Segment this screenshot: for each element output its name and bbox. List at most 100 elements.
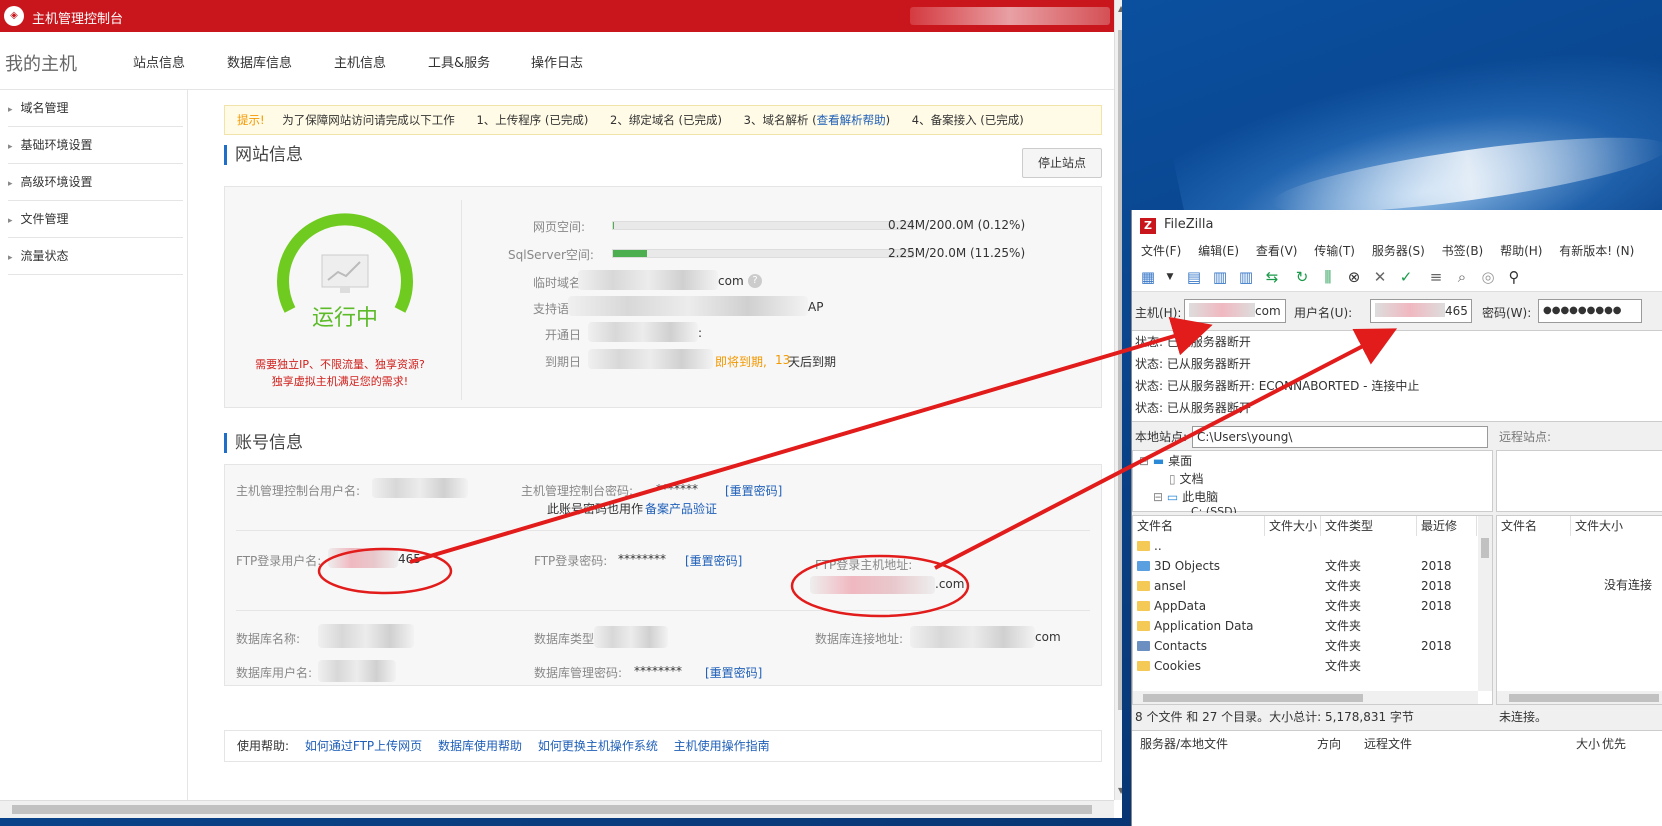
scroll-down-icon[interactable]: ▼	[1118, 786, 1122, 795]
sidebar-item-label: 文件管理	[20, 212, 69, 226]
nav-site-info[interactable]: 站点信息	[133, 52, 185, 71]
filezilla-window: Z FileZilla 文件(F) 编辑(E) 查看(V) 传输(T) 服务器(…	[1131, 210, 1662, 826]
ctrl-pass-label: 主机管理控制台密码:	[521, 484, 634, 498]
col-modified[interactable]: 最近修	[1417, 516, 1477, 536]
page-vertical-scrollbar[interactable]: ▲ ▼	[1114, 0, 1122, 800]
sql-space-bar	[612, 249, 914, 258]
nav-logs[interactable]: 操作日志	[531, 52, 583, 71]
process-queue-icon[interactable]: ⫼	[1318, 267, 1338, 287]
help-link-database[interactable]: 数据库使用帮助	[438, 739, 522, 753]
scroll-up-icon[interactable]: ▲	[1118, 4, 1122, 13]
menu-help[interactable]: 帮助(H)	[1500, 244, 1542, 258]
reset-ctrl-password-link[interactable]: [重置密码]	[725, 482, 782, 499]
col-direction[interactable]: 方向	[1317, 735, 1341, 752]
transfer-queue-icon[interactable]: ⇆	[1262, 267, 1282, 287]
col-remote-filename[interactable]: 文件名	[1497, 516, 1571, 536]
log-line: 状态: 已从服务器断开	[1135, 335, 1251, 349]
col-filename[interactable]: 文件名	[1133, 516, 1265, 536]
help-link-change-os[interactable]: 如何更换主机操作系统	[538, 739, 658, 753]
scroll-thumb[interactable]	[1481, 538, 1489, 558]
folder-icon	[1137, 661, 1150, 671]
tree-item-desktop[interactable]: ⊟ ▬ 桌面	[1139, 452, 1192, 470]
disconnect-icon[interactable]: ✕	[1370, 267, 1390, 287]
col-remote-file[interactable]: 远程文件	[1364, 735, 1412, 752]
cancel-icon[interactable]: ⊗	[1344, 267, 1364, 287]
col-priority[interactable]: 优先	[1602, 735, 1626, 752]
nav-host-info[interactable]: 主机信息	[334, 52, 386, 71]
col-server-local-file[interactable]: 服务器/本地文件	[1140, 735, 1228, 752]
file-row[interactable]: Contacts 文件夹 2018	[1133, 636, 1478, 656]
sync-icon[interactable]: ◎	[1478, 267, 1498, 287]
file-name: ..	[1154, 539, 1162, 553]
menu-server[interactable]: 服务器(S)	[1372, 244, 1425, 258]
tree-item-c-drive[interactable]: C: (SSD)	[1191, 503, 1237, 513]
tree-item-documents[interactable]: ▯ 文档	[1169, 470, 1203, 488]
menu-new-version[interactable]: 有新版本! (N)	[1559, 244, 1634, 258]
refresh-icon[interactable]: ↻	[1292, 267, 1312, 287]
db-pass-value: ********	[634, 664, 682, 678]
password-input[interactable]: ●●●●●●●●●	[1538, 299, 1642, 323]
local-status: 8 个文件 和 27 个目录。大小总计: 5,178,831 字节	[1135, 710, 1414, 724]
host-input[interactable]: com	[1184, 299, 1286, 323]
local-tree-icon[interactable]: ▥	[1210, 267, 1230, 287]
file-row[interactable]: 3D Objects 文件夹 2018	[1133, 556, 1478, 576]
menu-file[interactable]: 文件(F)	[1141, 244, 1181, 258]
col-filesize[interactable]: 文件大小	[1265, 516, 1321, 536]
scroll-thumb[interactable]	[12, 805, 1092, 814]
file-list-hscrollbar[interactable]	[1133, 691, 1478, 704]
menu-edit[interactable]: 编辑(E)	[1198, 244, 1239, 258]
reconnect-icon[interactable]: ✓	[1396, 267, 1416, 287]
dropdown-arrow-icon[interactable]: ▼	[1160, 267, 1180, 287]
menu-view[interactable]: 查看(V)	[1256, 244, 1298, 258]
reset-ftp-password-link[interactable]: [重置密码]	[685, 552, 742, 569]
scroll-thumb[interactable]	[1143, 694, 1363, 702]
help-icon[interactable]: ?	[748, 274, 762, 288]
find-files-icon[interactable]: ⚲	[1504, 267, 1524, 287]
file-row[interactable]: ..	[1133, 536, 1478, 556]
col-size[interactable]: 大小	[1576, 735, 1600, 752]
dns-help-link[interactable]: 查看解析帮助	[817, 113, 886, 127]
file-name: Cookies	[1154, 659, 1201, 673]
record-verify-link[interactable]: 备案产品验证	[645, 500, 717, 517]
file-row[interactable]: AppData 文件夹 2018	[1133, 596, 1478, 616]
remote-hscrollbar[interactable]	[1497, 691, 1662, 704]
tip-step1: 1、上传程序 (已完成)	[476, 113, 589, 127]
user-input[interactable]: 465	[1370, 299, 1472, 323]
tip-step3-prefix: 3、域名解析 (	[743, 113, 817, 127]
help-link-guide[interactable]: 主机使用操作指南	[674, 739, 770, 753]
scroll-thumb[interactable]	[1509, 694, 1659, 702]
menu-transfer[interactable]: 传输(T)	[1314, 244, 1355, 258]
nav-tools[interactable]: 工具&服务	[428, 52, 490, 71]
folder-3d-icon	[1137, 561, 1150, 571]
stop-site-button[interactable]: 停止站点	[1022, 148, 1102, 178]
col-remote-filesize[interactable]: 文件大小	[1571, 516, 1641, 536]
sidebar-item-files[interactable]: 文件管理	[8, 201, 183, 238]
file-list-scrollbar[interactable]	[1478, 516, 1492, 691]
file-row[interactable]: ansel 文件夹 2018	[1133, 576, 1478, 596]
filter-icon[interactable]: ≡	[1426, 267, 1446, 287]
file-row[interactable]: Application Data 文件夹	[1133, 616, 1478, 636]
remote-tree-icon[interactable]: ▥	[1236, 267, 1256, 287]
scroll-thumb[interactable]	[1118, 30, 1122, 710]
panel-divider	[461, 200, 462, 400]
menu-bookmarks[interactable]: 书签(B)	[1442, 244, 1484, 258]
top-nav: 我的主机 站点信息 数据库信息 主机信息 工具&服务 操作日志	[0, 32, 1114, 90]
page-horizontal-scrollbar[interactable]	[0, 800, 1114, 818]
sidebar-item-basic-env[interactable]: 基础环境设置	[8, 127, 183, 164]
col-filetype[interactable]: 文件类型	[1321, 516, 1417, 536]
redacted-domain	[578, 270, 718, 290]
site-manager-icon[interactable]: ▦	[1138, 267, 1158, 287]
file-date: 2018	[1421, 639, 1452, 653]
sidebar-item-domain[interactable]: 域名管理	[8, 90, 183, 127]
db-conn-suffix: com	[1035, 630, 1061, 644]
help-link-ftp-upload[interactable]: 如何通过FTP上传网页	[305, 739, 422, 753]
file-row[interactable]: Cookies 文件夹	[1133, 656, 1478, 676]
local-site-path[interactable]: C:\Users\young\	[1192, 426, 1488, 448]
nav-db-info[interactable]: 数据库信息	[227, 52, 292, 71]
reset-db-password-link[interactable]: [重置密码]	[705, 664, 762, 681]
message-log-icon[interactable]: ▤	[1184, 267, 1204, 287]
sidebar-item-label: 流量状态	[20, 249, 69, 263]
sidebar-item-traffic[interactable]: 流量状态	[8, 238, 183, 275]
sidebar-item-advanced-env[interactable]: 高级环境设置	[8, 164, 183, 201]
search-icon[interactable]: ⌕	[1452, 267, 1472, 287]
